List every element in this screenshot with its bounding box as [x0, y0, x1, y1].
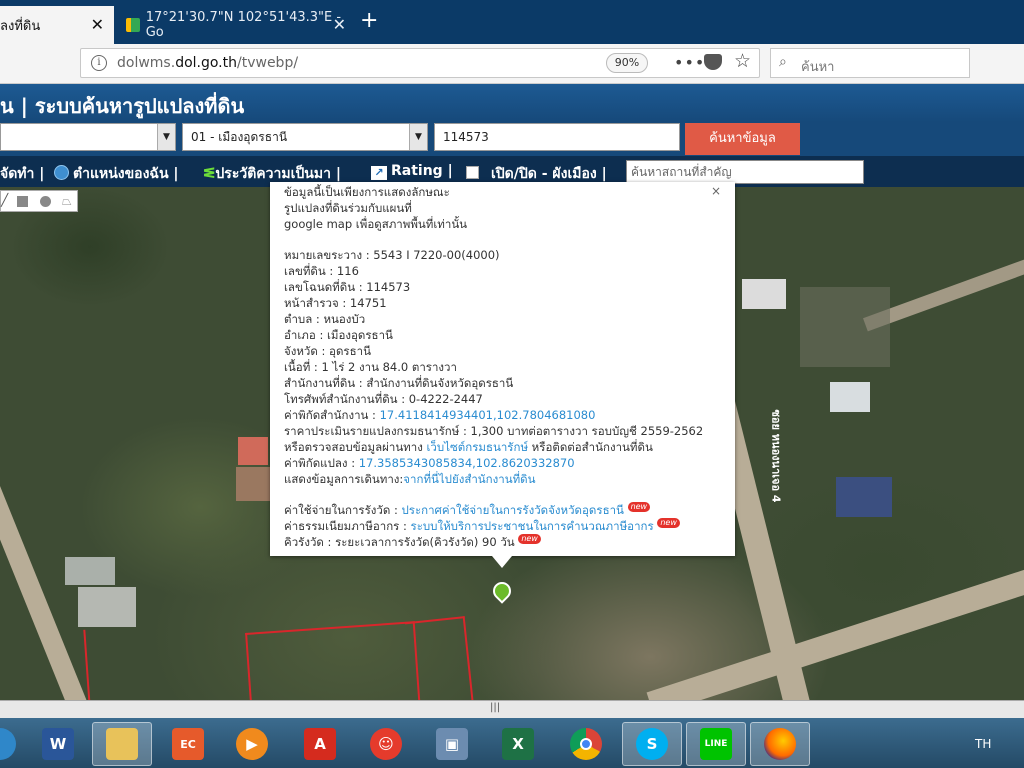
taskbar-excel[interactable]: X — [488, 722, 548, 766]
route-info: แสดงข้อมูลการเดินทาง:จากที่นี่ไปยังสำนัก… — [284, 472, 536, 486]
taskbar-skype[interactable]: S — [622, 722, 682, 766]
map-building — [238, 437, 268, 465]
popup-pointer — [492, 556, 512, 568]
start-button[interactable] — [0, 722, 30, 766]
taskbar-chrome[interactable] — [556, 722, 616, 766]
road-label: ซอย หนองนาเจอ 4 — [769, 409, 783, 503]
more-icon[interactable]: ••• — [674, 53, 705, 72]
deed-number-value: 114573 — [443, 130, 489, 144]
taskbar-ec[interactable]: EC — [158, 722, 218, 766]
chrome-icon — [570, 728, 602, 760]
folder-icon — [106, 728, 138, 760]
map-building — [65, 557, 115, 585]
district-select-value: 01 - เมืองอุดรธานี — [191, 130, 288, 144]
rectangle-tool-icon[interactable] — [17, 196, 28, 207]
browser-search-input[interactable]: ⌕ ค้นหา — [770, 48, 970, 78]
map-building — [78, 587, 136, 627]
bookmark-star-icon[interactable]: ☆ — [734, 50, 751, 72]
map-building — [800, 287, 890, 367]
chevron-down-icon: ▼ — [157, 124, 175, 150]
deed-number-input[interactable]: 114573 — [434, 123, 680, 151]
new-badge: new — [627, 502, 651, 512]
resize-splitter[interactable]: ||| — [0, 700, 1024, 718]
polygon-tool-icon[interactable]: ⏢ — [62, 194, 72, 209]
address-bar[interactable]: i dolwms.dol.go.th/tvwebp/ — [80, 48, 760, 78]
line-tool-icon[interactable]: ╱ — [1, 193, 8, 207]
chevron-down-icon: ▼ — [409, 124, 427, 150]
grip-icon: ||| — [490, 702, 501, 713]
excel-icon: X — [502, 728, 534, 760]
media-player-icon: ▶ — [236, 728, 268, 760]
land-plot-boundary — [404, 616, 476, 700]
toolbar-item-create[interactable]: จัดทำ | — [0, 163, 44, 185]
new-badge: new — [518, 534, 541, 544]
circle-tool-icon[interactable] — [40, 196, 51, 207]
language-indicator[interactable]: TH — [975, 737, 991, 751]
url-text: dolwms.dol.go.th/tvwebp/ — [117, 55, 299, 71]
parcel-coordinate-link[interactable]: 17.3585343085834,102.8620332870 — [359, 456, 575, 470]
taskbar-word[interactable]: W — [28, 722, 88, 766]
skype-icon: S — [636, 728, 668, 760]
chat-icon: ☺ — [370, 728, 402, 760]
province-select[interactable]: ▼ — [0, 123, 176, 151]
globe-icon — [54, 165, 69, 180]
parcel-info-popup: × ข้อมูลนี้เป็นเพียงการแสดงลักษณะ รูปแปล… — [270, 182, 735, 556]
page-title: น | ระบบค้นหารูปแปลงที่ดิน — [0, 94, 245, 118]
info-icon[interactable]: i — [91, 55, 107, 71]
search-placeholder: ค้นหา — [801, 60, 835, 75]
line-icon: LINE — [700, 728, 732, 760]
map-building — [742, 279, 786, 309]
taskbar-media-player[interactable]: ▶ — [222, 722, 282, 766]
tab-google-maps[interactable]: 17°21'30.7"N 102°51'43.3"E - Go ✕ — [116, 6, 356, 44]
close-icon[interactable]: × — [711, 184, 721, 198]
sprout-icon: ᓬ — [203, 166, 216, 182]
treasury-website-link[interactable]: เว็บไซต์กรมธนารักษ์ — [427, 440, 529, 454]
office-coordinate-link[interactable]: 17.4118414934401,102.7804681080 — [380, 408, 596, 422]
survey-fee-link[interactable]: ประกาศค่าใช้จ่ายในการรังวัดจังหวัดอุดรธา… — [401, 503, 623, 517]
map-road — [646, 562, 1024, 700]
tab-land-search[interactable]: ลงที่ดิน ✕ — [0, 6, 114, 44]
new-tab-icon[interactable]: + — [360, 8, 378, 33]
close-icon[interactable]: ✕ — [333, 15, 346, 34]
search-button[interactable]: ค้นหาข้อมูล — [685, 123, 800, 155]
map-building — [836, 477, 892, 517]
route-link[interactable]: จากที่นี่ไปยังสำนักงานที่ดิน — [403, 472, 535, 486]
land-plot-boundary — [245, 621, 421, 700]
place-search-input[interactable]: ค้นหาสถานที่สำคัญ — [626, 160, 864, 184]
word-icon: W — [42, 728, 74, 760]
map-building — [236, 467, 270, 501]
toolbar-item-rating[interactable]: ↗ Rating | — [371, 163, 453, 180]
disclaimer-line: google map เพื่อดูสภาพพื้นที่เท่านั้น — [284, 217, 468, 231]
maps-icon — [126, 18, 140, 32]
taskbar-line[interactable]: LINE — [686, 722, 746, 766]
pdf-icon: A — [304, 728, 336, 760]
close-icon[interactable]: ✕ — [91, 15, 104, 34]
photo-icon: ▣ — [436, 728, 468, 760]
firefox-icon — [764, 728, 796, 760]
checkbox-icon[interactable] — [466, 166, 479, 179]
search-icon: ⌕ — [779, 54, 787, 70]
taskbar-photo[interactable]: ▣ — [422, 722, 482, 766]
tab-label: 17°21'30.7"N 102°51'43.3"E - Go — [145, 10, 342, 40]
taskbar-pdf[interactable]: A — [290, 722, 350, 766]
taskbar-explorer[interactable] — [92, 722, 152, 766]
app-header: น | ระบบค้นหารูปแปลงที่ดิน — [0, 84, 1024, 122]
zoom-indicator[interactable]: 90% — [606, 53, 648, 73]
survey-queue: คิวรังวัด : ระยะเวลาการรังวัด(คิวรังวัด)… — [284, 534, 541, 552]
toolbar-item-my-location[interactable]: ตำแหน่งของฉัน | — [54, 163, 179, 185]
tab-label: ลงที่ดิน — [0, 18, 41, 34]
tax-calc-link[interactable]: ระบบให้บริการประชาชนในการคำนวณภาษีอากร — [411, 519, 654, 533]
land-plot-boundary — [83, 624, 169, 700]
district-select[interactable]: 01 - เมืองอุดรธานี ▼ — [182, 123, 428, 151]
windows-icon — [0, 728, 16, 760]
draw-tools: ╱ ⏢ — [0, 190, 78, 212]
map-building — [830, 382, 870, 412]
taskbar-firefox[interactable] — [750, 722, 810, 766]
taskbar-chat[interactable]: ☺ — [356, 722, 416, 766]
chart-icon: ↗ — [371, 166, 387, 180]
app-ec-icon: EC — [172, 728, 204, 760]
new-badge: new — [657, 518, 680, 528]
